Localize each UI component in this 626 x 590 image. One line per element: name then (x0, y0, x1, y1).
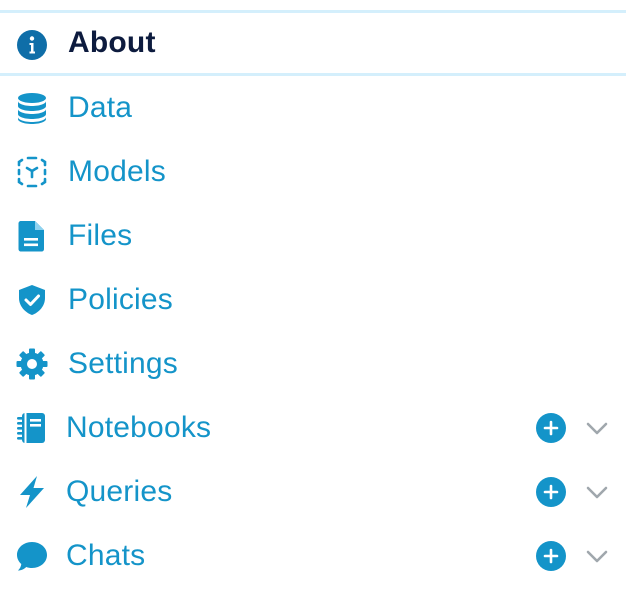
expand-notebooks-button[interactable] (583, 414, 611, 442)
shield-check-icon (14, 282, 50, 318)
sidebar-item-label: About (68, 26, 156, 59)
add-notebook-button[interactable] (536, 413, 566, 443)
sidebar-item-about[interactable]: About (0, 10, 626, 76)
sidebar-item-policies[interactable]: Policies (0, 268, 626, 332)
file-icon (14, 218, 50, 254)
add-query-button[interactable] (536, 477, 566, 507)
plus-icon (543, 420, 559, 436)
plus-icon (543, 484, 559, 500)
chevron-down-icon (586, 486, 608, 499)
chevron-down-icon (586, 422, 608, 435)
sidebar-item-files[interactable]: Files (0, 204, 626, 268)
model-cube-icon (14, 154, 50, 190)
sidebar-item-label: Files (68, 219, 133, 252)
sidebar-nav: About Data Models Files Policies Setting… (0, 0, 626, 590)
sidebar-item-label: Chats (66, 539, 146, 572)
gear-icon (14, 346, 50, 382)
sidebar-item-models[interactable]: Models (0, 140, 626, 204)
sidebar-item-settings[interactable]: Settings (0, 332, 626, 396)
expand-chats-button[interactable] (583, 542, 611, 570)
info-icon (14, 27, 50, 63)
chevron-down-icon (586, 550, 608, 563)
sidebar-item-notebooks[interactable]: Notebooks (0, 396, 626, 460)
sidebar-item-data[interactable]: Data (0, 76, 626, 140)
database-icon (14, 90, 50, 126)
expand-queries-button[interactable] (583, 478, 611, 506)
lightning-icon (14, 474, 50, 510)
sidebar-item-label: Models (68, 155, 166, 188)
sidebar-item-label: Notebooks (66, 411, 212, 444)
sidebar-item-label: Data (68, 91, 133, 124)
plus-icon (543, 548, 559, 564)
sidebar-item-queries[interactable]: Queries (0, 460, 626, 524)
sidebar-item-label: Policies (68, 283, 173, 316)
sidebar-item-chats[interactable]: Chats (0, 524, 626, 588)
add-chat-button[interactable] (536, 541, 566, 571)
sidebar-item-label: Settings (68, 347, 178, 380)
chat-bubble-icon (14, 538, 50, 574)
sidebar-item-label: Queries (66, 475, 173, 508)
notebook-icon (14, 410, 50, 446)
